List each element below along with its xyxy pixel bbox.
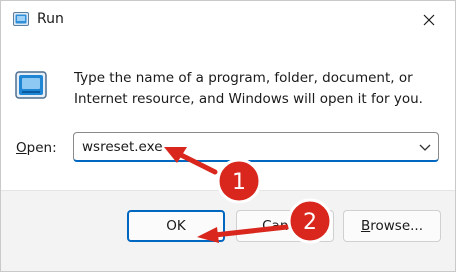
browse-accesskey: B: [360, 218, 371, 234]
browse-button[interactable]: Browse...: [343, 210, 441, 242]
open-combobox[interactable]: wsreset.exe: [73, 132, 439, 162]
open-label-accesskey: O: [16, 140, 27, 156]
run-app-icon: [13, 12, 29, 26]
cancel-button[interactable]: Cancel: [236, 210, 334, 242]
chevron-down-icon[interactable]: [418, 141, 432, 153]
run-dialog: Run Type the name of a program, folder, …: [0, 0, 456, 272]
close-button[interactable]: [409, 5, 449, 35]
description-text: Type the name of a program, folder, docu…: [74, 70, 423, 107]
button-bar: OK Cancel Browse...: [1, 190, 455, 271]
run-dialog-icon: [15, 71, 47, 99]
close-icon: [423, 14, 435, 26]
window-title: Run: [37, 11, 64, 27]
title-bar[interactable]: Run: [1, 1, 455, 39]
ok-button[interactable]: OK: [127, 210, 225, 242]
open-label-rest: pen:: [26, 140, 57, 156]
open-label: Open:: [16, 140, 57, 156]
open-input[interactable]: wsreset.exe: [82, 139, 163, 155]
browse-label-rest: rowse...: [370, 218, 424, 234]
